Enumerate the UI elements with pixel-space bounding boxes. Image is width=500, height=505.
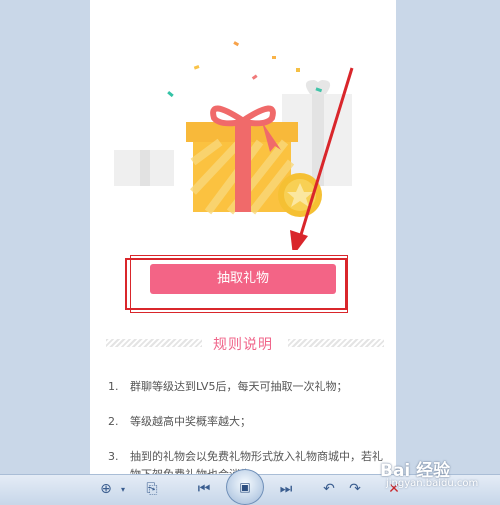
first-icon[interactable]: ⏮: [192, 479, 216, 499]
watermark-url: jingyan.baidu.com: [386, 478, 479, 489]
center-icon[interactable]: ▣: [226, 469, 264, 505]
rule-item: 1. 群聊等级达到LV5后，每天可抽取一次礼物；: [108, 378, 388, 396]
rules-list: 1. 群聊等级达到LV5后，每天可抽取一次礼物； 2. 等级越高中奖概率越大； …: [108, 378, 388, 474]
chevron-down-icon[interactable]: ▾: [118, 479, 128, 499]
rules-section-title: 规则说明: [90, 334, 396, 354]
rule-item: 2. 等级越高中奖概率越大；: [108, 413, 388, 431]
undo-icon[interactable]: ↶: [320, 479, 338, 499]
redo-icon[interactable]: ↷: [346, 479, 364, 499]
rule-number: 1.: [108, 380, 119, 393]
rules-title: 规则说明: [213, 337, 273, 353]
rule-text: 等级越高中奖概率越大；: [130, 415, 251, 428]
zoom-in-icon[interactable]: ⊕: [94, 479, 118, 499]
rule-number: 2.: [108, 415, 119, 428]
rotate-icon[interactable]: ⎘: [142, 479, 162, 499]
last-icon[interactable]: ⏭: [274, 479, 298, 499]
rule-number: 3.: [108, 450, 119, 463]
rule-text: 抽到的礼物会以免费礼物形式放入礼物商城中，若礼物下架免费礼物也会消失: [130, 450, 383, 474]
annotation-highlight-box-inner: [130, 255, 348, 313]
baidu-jingyan-watermark: Bai 经验 jingyan.baidu.com: [380, 456, 496, 500]
rule-text: 群聊等级达到LV5后，每天可抽取一次礼物；: [130, 380, 348, 393]
gift-illustration: [114, 41, 354, 250]
app-page: 抽取礼物 规则说明 1. 群聊等级达到LV5后，每天可抽取一次礼物； 2. 等级…: [90, 0, 396, 474]
